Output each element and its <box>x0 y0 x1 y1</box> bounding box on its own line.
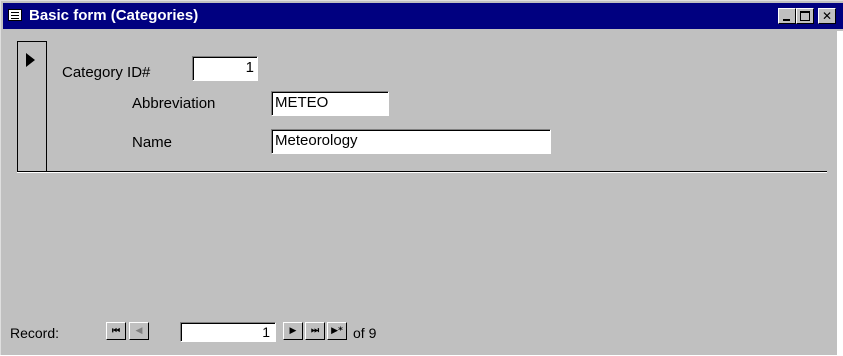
next-record-icon: ▶ <box>289 326 297 336</box>
category-id-label: Category ID# <box>62 64 151 81</box>
maximize-button[interactable] <box>796 8 814 24</box>
previous-record-icon: ◀ <box>135 326 143 336</box>
record-count: of 9 <box>353 325 377 341</box>
record-label: Record: <box>10 325 60 341</box>
form-body: Category ID# 1 Abbreviation METEO Name M… <box>3 31 843 355</box>
form-icon <box>8 9 22 21</box>
next-record-button[interactable]: ▶ <box>283 322 303 340</box>
new-record-button[interactable]: ▶* <box>327 322 347 340</box>
record-navigation-bar: Record: ⏮ ◀ 1 ▶ ⏭ ▶* of 9 <box>7 319 607 345</box>
record-number-input[interactable]: 1 <box>180 322 276 342</box>
minimize-button[interactable] <box>778 8 796 24</box>
last-record-icon: ⏭ <box>310 326 320 336</box>
right-edge <box>837 31 843 356</box>
previous-record-button[interactable]: ◀ <box>129 322 149 340</box>
close-icon: ✕ <box>821 9 833 23</box>
name-label: Name <box>132 134 173 151</box>
name-field[interactable]: Meteorology <box>271 129 551 154</box>
abbreviation-label: Abbreviation <box>132 95 216 112</box>
new-record-icon: ▶* <box>331 326 343 336</box>
close-button[interactable]: ✕ <box>818 8 836 24</box>
first-record-icon: ⏮ <box>111 326 121 336</box>
window-title: Basic form (Categories) <box>29 7 199 24</box>
title-bar[interactable]: Basic form (Categories) ✕ <box>3 3 843 29</box>
form-window: Basic form (Categories) ✕ Category ID# 1… <box>0 0 843 356</box>
last-record-button[interactable]: ⏭ <box>305 322 325 340</box>
abbreviation-field[interactable]: METEO <box>271 91 389 116</box>
first-record-button[interactable]: ⏮ <box>106 322 126 340</box>
category-id-field[interactable]: 1 <box>192 56 258 81</box>
